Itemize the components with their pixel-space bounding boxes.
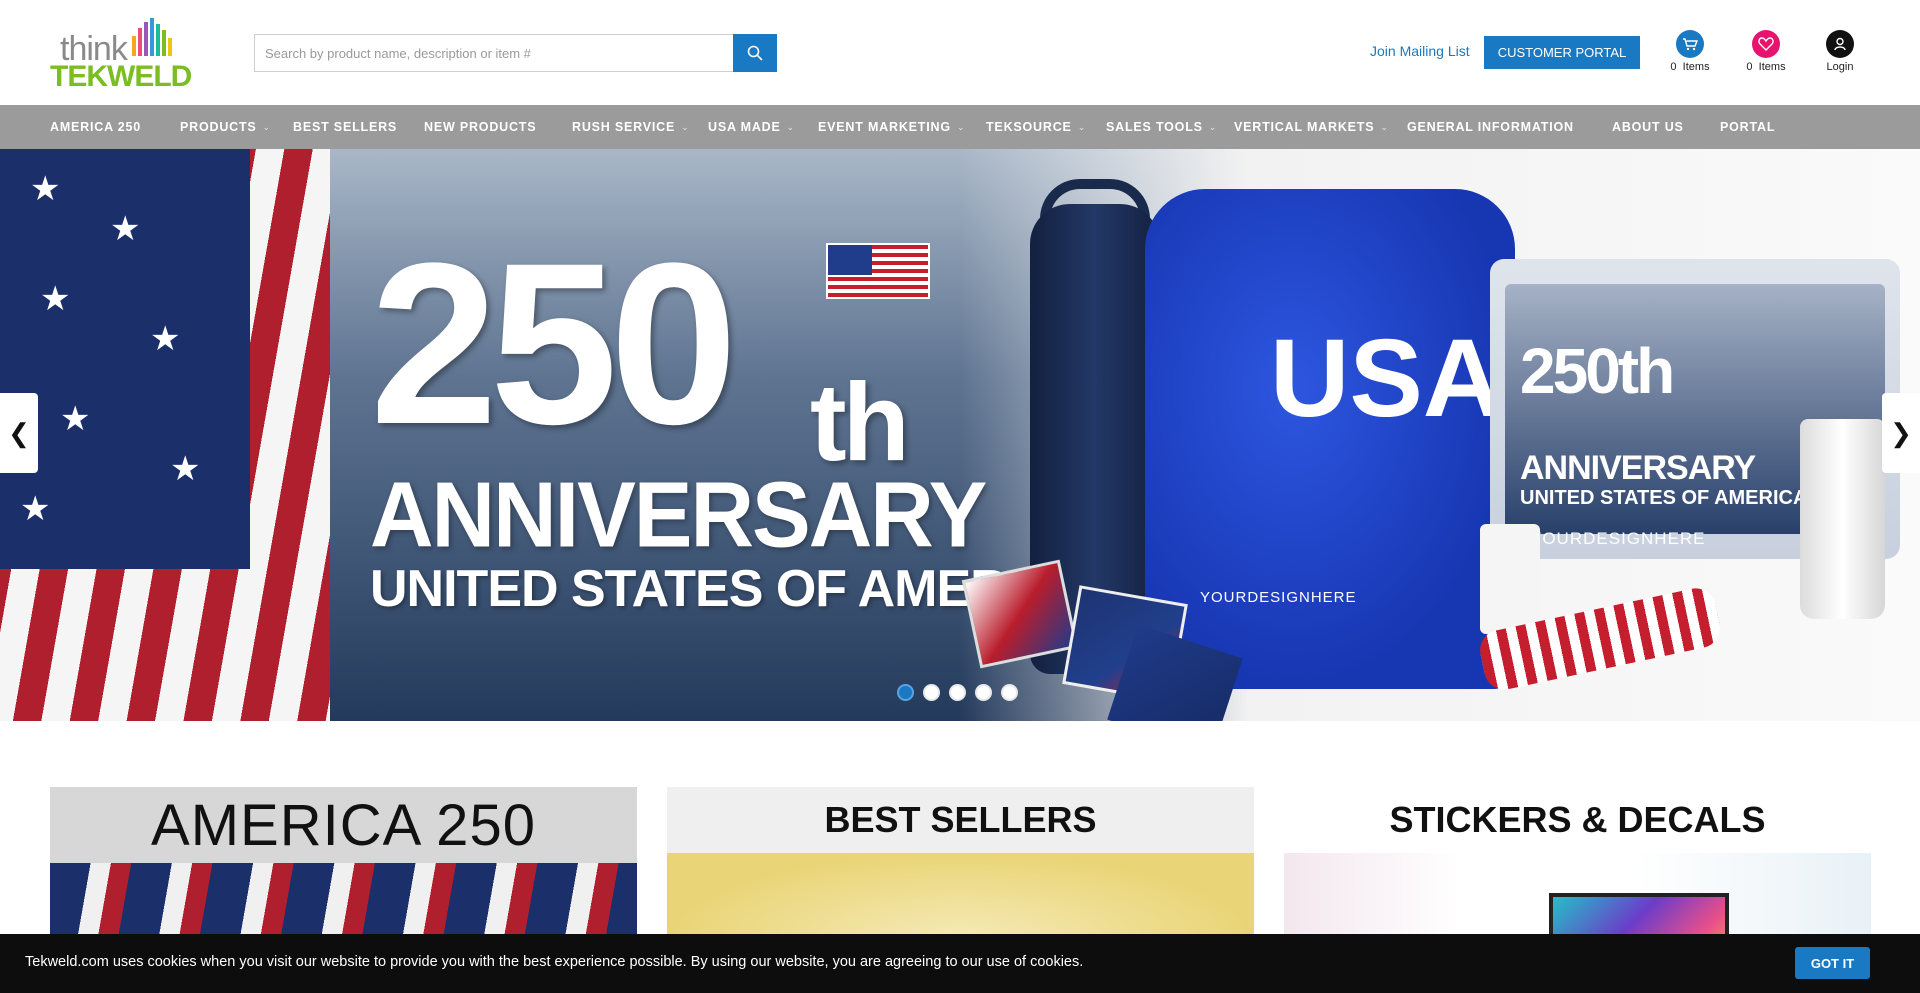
nav-label: GENERAL INFORMATION bbox=[1407, 120, 1574, 134]
nav-label: BEST SELLERS bbox=[293, 120, 398, 134]
star-icon: ★ bbox=[170, 450, 201, 488]
nav-item-event-marketing[interactable]: EVENT MARKETING ⌄ bbox=[818, 105, 965, 149]
nav-label: AMERICA 250 bbox=[50, 120, 141, 134]
chevron-down-icon: ⌄ bbox=[262, 121, 271, 132]
carousel-dot-1[interactable] bbox=[897, 684, 914, 701]
star-icon: ★ bbox=[20, 490, 51, 528]
search-bar bbox=[254, 34, 777, 72]
small-bottle-image bbox=[1480, 524, 1540, 634]
nav-item-vertical-markets[interactable]: VERTICAL MARKETS ⌄ bbox=[1234, 105, 1389, 149]
chevron-left-icon: ❮ bbox=[8, 417, 30, 448]
site-header: think TEKWELD Join Mailing List CUSTOMER… bbox=[0, 0, 1920, 105]
tile-header: AMERICA 250 bbox=[50, 787, 637, 863]
cooler-design-text: YOURDESIGNHERE bbox=[1530, 529, 1706, 548]
nav-label: EVENT MARKETING bbox=[818, 120, 951, 134]
logo-brand-text: TEKWELD bbox=[50, 60, 192, 93]
nav-label: TEKSOURCE bbox=[986, 120, 1072, 134]
star-icon: ★ bbox=[110, 210, 141, 248]
search-button[interactable] bbox=[733, 34, 777, 72]
nav-item-teksource[interactable]: TEKSOURCE ⌄ bbox=[986, 105, 1086, 149]
nav-item-new-products[interactable]: NEW PRODUCTS bbox=[424, 105, 536, 149]
wishlist-count-label: 0 Items bbox=[1746, 61, 1786, 73]
hero-headline: 250 th ANNIVERSARY UNITED STATES OF AMER… bbox=[370, 229, 1094, 619]
cart-icon bbox=[1676, 30, 1704, 58]
nav-item-general-information[interactable]: GENERAL INFORMATION bbox=[1407, 105, 1574, 149]
nav-label: RUSH SERVICE bbox=[572, 120, 676, 134]
tile-title: AMERICA 250 bbox=[151, 792, 536, 858]
nav-label: USA MADE bbox=[708, 120, 781, 134]
carousel-prev-button[interactable]: ❮ bbox=[0, 393, 38, 473]
login-label: Login bbox=[1826, 61, 1854, 73]
cookie-banner: Tekweld.com uses cookies when you visit … bbox=[0, 934, 1920, 993]
nav-label: PORTAL bbox=[1720, 120, 1776, 134]
nav-item-rush-service[interactable]: RUSH SERVICE ⌄ bbox=[572, 105, 690, 149]
nav-label: NEW PRODUCTS bbox=[424, 120, 537, 134]
nav-item-america-250[interactable]: AMERICA 250 bbox=[50, 105, 141, 149]
nav-item-usa-made[interactable]: USA MADE ⌄ bbox=[708, 105, 795, 149]
heart-icon bbox=[1752, 30, 1780, 58]
tile-header: BEST SELLERS bbox=[667, 787, 1254, 853]
nav-item-products[interactable]: PRODUCTS ⌄ bbox=[180, 105, 271, 149]
star-icon: ★ bbox=[40, 280, 71, 318]
flag-canton: ★ ★ ★ ★ ★ ★ ★ bbox=[0, 149, 250, 569]
carousel-dots bbox=[897, 684, 1018, 701]
bag-usa-text: USA bbox=[1270, 317, 1503, 440]
us-flag-icon bbox=[826, 243, 930, 299]
nav-item-sales-tools[interactable]: SALES TOOLS ⌄ bbox=[1106, 105, 1217, 149]
tile-header: STICKERS & DECALS bbox=[1284, 787, 1871, 853]
cart-link[interactable]: 0 Items bbox=[1660, 30, 1720, 80]
carousel-dot-5[interactable] bbox=[1001, 684, 1018, 701]
nav-item-portal[interactable]: PORTAL bbox=[1720, 105, 1775, 149]
star-icon: ★ bbox=[150, 320, 181, 358]
login-link[interactable]: Login bbox=[1810, 30, 1870, 80]
search-icon bbox=[747, 45, 763, 61]
main-nav: AMERICA 250 PRODUCTS ⌄ BEST SELLERS NEW P… bbox=[0, 105, 1920, 149]
chevron-down-icon: ⌄ bbox=[786, 121, 795, 132]
search-input[interactable] bbox=[254, 34, 734, 72]
chevron-down-icon: ⌄ bbox=[1380, 121, 1389, 132]
user-icon bbox=[1826, 30, 1854, 58]
chevron-right-icon: ❯ bbox=[1890, 417, 1912, 448]
wishlist-link[interactable]: 0 Items bbox=[1736, 30, 1796, 80]
star-icon: ★ bbox=[30, 170, 61, 208]
cookie-message: Tekweld.com uses cookies when you visit … bbox=[25, 954, 1084, 970]
hero-banner[interactable]: ★ ★ ★ ★ ★ ★ ★ 250 th ANNIVERSARY UNITED … bbox=[0, 149, 1920, 721]
nav-label: SALES TOOLS bbox=[1106, 120, 1203, 134]
cooler-number: 250th bbox=[1520, 335, 1675, 407]
nav-item-best-sellers[interactable]: BEST SELLERS bbox=[293, 105, 397, 149]
tekweld-logo[interactable]: think TEKWELD bbox=[50, 18, 195, 93]
tile-title: STICKERS & DECALS bbox=[1389, 799, 1766, 840]
logo-bars-icon bbox=[132, 18, 172, 56]
nav-label: ABOUT US bbox=[1612, 120, 1684, 134]
nav-item-about-us[interactable]: ABOUT US bbox=[1612, 105, 1684, 149]
cookie-accept-button[interactable]: GOT IT bbox=[1795, 947, 1870, 979]
nav-label: VERTICAL MARKETS bbox=[1234, 120, 1375, 134]
customer-portal-button[interactable]: CUSTOMER PORTAL bbox=[1484, 36, 1640, 69]
cart-count-label: 0 Items bbox=[1670, 61, 1710, 73]
carousel-dot-4[interactable] bbox=[975, 684, 992, 701]
star-icon: ★ bbox=[60, 400, 91, 438]
bag-design-text: YOURDESIGNHERE bbox=[1200, 589, 1357, 606]
tile-title: BEST SELLERS bbox=[824, 799, 1097, 840]
carousel-dot-2[interactable] bbox=[923, 684, 940, 701]
cooler-anniversary: ANNIVERSARY bbox=[1520, 449, 1756, 487]
carousel-dot-3[interactable] bbox=[949, 684, 966, 701]
join-mailing-list-link[interactable]: Join Mailing List bbox=[1370, 43, 1470, 59]
chevron-down-icon: ⌄ bbox=[681, 121, 690, 132]
cooler-usa: UNITED STATES OF AMERICA bbox=[1520, 487, 1808, 509]
hero-anniversary: ANNIVERSARY bbox=[370, 462, 987, 567]
chevron-down-icon: ⌄ bbox=[1208, 121, 1218, 132]
carousel-next-button[interactable]: ❯ bbox=[1882, 393, 1920, 473]
chevron-down-icon: ⌄ bbox=[1077, 121, 1087, 132]
nav-label: PRODUCTS bbox=[180, 120, 257, 134]
chevron-down-icon: ⌄ bbox=[956, 121, 966, 132]
tumbler-image bbox=[1800, 419, 1885, 619]
